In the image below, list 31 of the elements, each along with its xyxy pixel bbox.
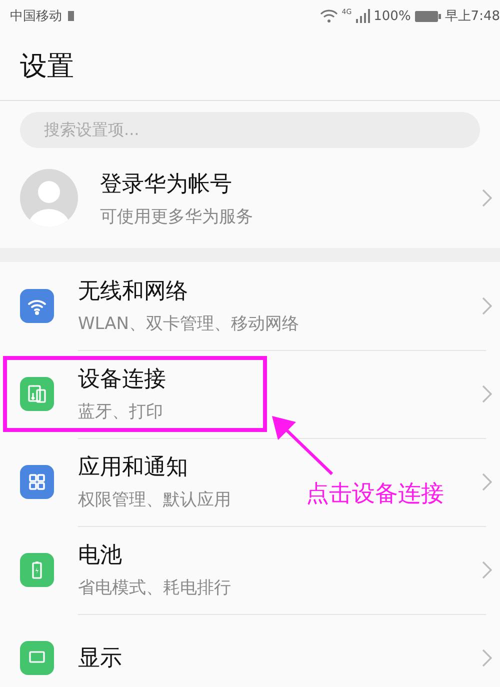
account-title[interactable]: 登录华为帐号 bbox=[100, 168, 232, 198]
wifi-icon bbox=[20, 289, 54, 323]
chevron-icon bbox=[482, 189, 492, 207]
setting-subtitle: 蓝牙、打印 bbox=[78, 401, 163, 423]
setting-subtitle: 省电模式、耗电排行 bbox=[78, 577, 231, 599]
battery-status-icon bbox=[414, 10, 441, 22]
setting-subtitle: WLAN、双卡管理、移动网络 bbox=[78, 313, 300, 335]
account-subtitle: 可使用更多华为服务 bbox=[100, 206, 253, 228]
signal-icon bbox=[356, 9, 370, 23]
setting-title[interactable]: 无线和网络 bbox=[78, 276, 188, 306]
setting-title[interactable]: 应用和通知 bbox=[78, 452, 188, 482]
chevron-icon bbox=[482, 385, 492, 403]
wifi-status-icon bbox=[320, 9, 338, 23]
chevron-icon bbox=[482, 649, 492, 667]
chevron-icon bbox=[482, 561, 492, 579]
setting-subtitle: 权限管理、默认应用 bbox=[78, 489, 231, 511]
devices-icon bbox=[20, 377, 54, 411]
annotation-text: 点击设备连接 bbox=[306, 480, 444, 509]
display-icon bbox=[20, 641, 54, 675]
grid-icon bbox=[20, 465, 54, 499]
setting-title[interactable]: 显示 bbox=[78, 643, 122, 673]
battery-icon bbox=[20, 553, 54, 587]
carrier-label: 中国移动 bbox=[10, 8, 62, 25]
page-title: 设置 bbox=[20, 50, 74, 84]
sim-icon bbox=[66, 10, 76, 22]
setting-title[interactable]: 电池 bbox=[78, 540, 122, 570]
chevron-icon bbox=[482, 473, 492, 491]
clock: 早上7:48 bbox=[444, 8, 500, 25]
battery-percent: 100% bbox=[374, 8, 411, 24]
setting-title[interactable]: 设备连接 bbox=[78, 364, 166, 394]
chevron-icon bbox=[482, 297, 492, 315]
